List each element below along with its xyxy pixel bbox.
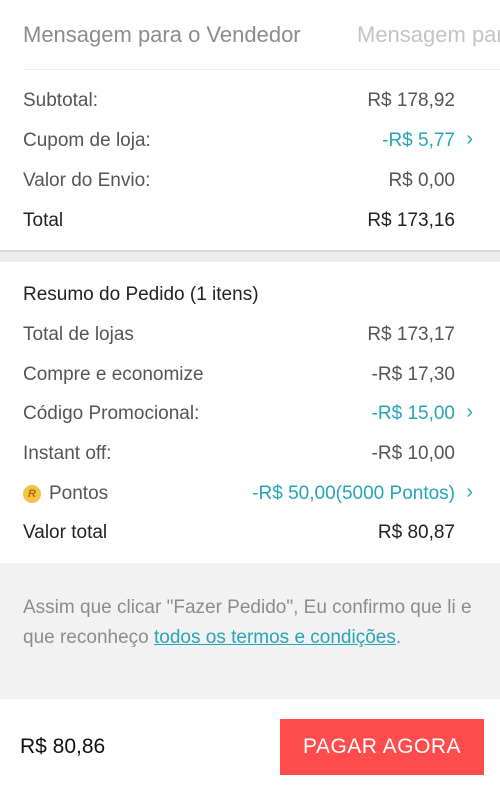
total-row: Total R$ 173,16 [23,206,478,236]
terms-text: Assim que clicar "Fazer Pedido", Eu conf… [23,593,477,653]
footer-total: R$ 80,86 [20,735,106,758]
terms-link[interactable]: todos os termos e condições [154,627,396,648]
stores-total-label: Total de lojas [23,324,134,345]
checkout-footer: R$ 80,86 PAGAR AGORA [0,699,500,795]
final-total-row: Valor total R$ 80,87 [23,518,478,548]
final-total-value: R$ 80,87 [377,522,455,543]
points-label-group: R Pontos [23,483,108,505]
final-total-label: Valor total [23,522,108,543]
total-value: R$ 173,16 [367,210,455,231]
buy-and-save-value: -R$ 17,30 [371,364,455,385]
coin-icon: R [23,485,41,503]
instant-off-label: Instant off: [23,443,112,464]
chevron-right-icon: › [466,481,473,503]
seller-message-label: Mensagem para o Vendedor [23,22,301,47]
chevron-right-icon: › [466,128,473,150]
order-summary-heading-row: Resumo do Pedido (1 itens) [23,280,478,310]
terms-end: . [395,627,402,648]
store-coupon-row[interactable]: Cupom de loja: -R$ 5,77 › [23,126,478,156]
order-summary-heading: Resumo do Pedido (1 itens) [23,284,259,305]
promo-code-row[interactable]: Código Promocional: -R$ 15,00 › [23,399,478,429]
shipping-label: Valor do Envio: [23,170,151,191]
points-value: -R$ 50,00(5000 Pontos) [252,483,455,504]
stores-total-row: Total de lojas R$ 173,17 [23,320,478,350]
instant-off-row: Instant off: -R$ 10,00 [23,439,478,469]
subtotal-value: R$ 178,92 [367,90,455,111]
subtotal-label: Subtotal: [23,90,98,111]
promo-code-label: Código Promocional: [23,403,200,424]
instant-off-value: -R$ 10,00 [371,443,455,464]
seller-message-row: Mensagem para o Vendedor [0,0,500,70]
divider [23,69,500,70]
total-label: Total [23,210,64,231]
subtotal-row: Subtotal: R$ 178,92 [23,86,478,116]
chevron-right-icon: › [466,401,473,423]
terms-notice: Assim que clicar "Fazer Pedido", Eu conf… [0,563,500,699]
section-separator [0,250,500,262]
store-coupon-value: -R$ 5,77 [382,130,455,151]
buy-and-save-label: Compre e economize [23,364,204,385]
buy-and-save-row: Compre e economize -R$ 17,30 [23,360,478,390]
promo-code-value: -R$ 15,00 [371,403,455,424]
points-label: Pontos [49,483,109,504]
points-row[interactable]: R Pontos -R$ 50,00(5000 Pontos) › [23,479,478,509]
seller-message-input[interactable] [357,22,500,48]
pay-now-button[interactable]: PAGAR AGORA [280,719,484,775]
store-coupon-label: Cupom de loja: [23,130,151,151]
shipping-row: Valor do Envio: R$ 0,00 [23,166,478,196]
stores-total-value: R$ 173,17 [367,324,455,345]
shipping-value: R$ 0,00 [388,170,455,191]
